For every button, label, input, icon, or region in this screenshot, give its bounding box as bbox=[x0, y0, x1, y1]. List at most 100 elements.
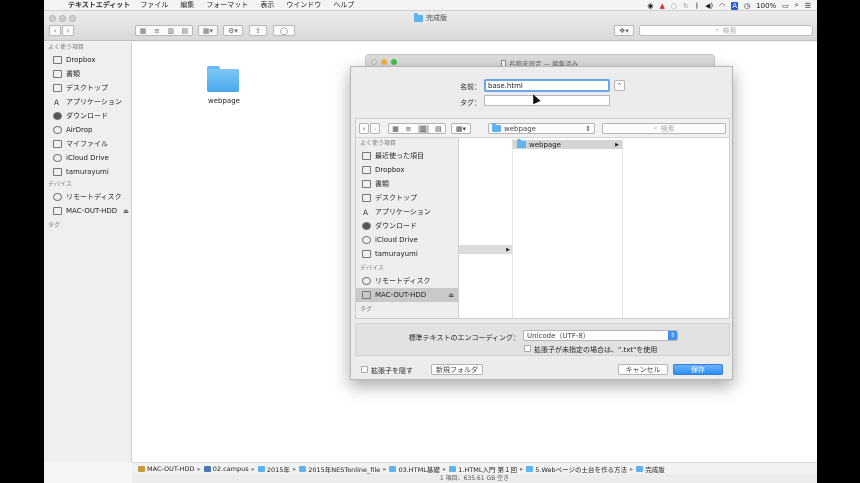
path-segment[interactable]: 2015年NESTonline_file bbox=[299, 464, 380, 474]
search-icon[interactable]: ⌕ bbox=[795, 1, 799, 10]
sidebar-item-desktop[interactable]: デスクトップ bbox=[356, 191, 458, 205]
icon-view-icon[interactable]: ▦ bbox=[392, 125, 399, 133]
dialog-search-field[interactable]: ⌕ 検索 bbox=[602, 123, 726, 134]
path-segment[interactable]: 5.Webページの土台を作る方法 bbox=[526, 464, 627, 474]
finder-search-field[interactable]: ⌕ 検索 bbox=[639, 25, 813, 36]
tags-input[interactable] bbox=[484, 95, 610, 106]
forward-button[interactable]: › bbox=[370, 123, 380, 134]
clock-icon[interactable]: ◷ bbox=[744, 2, 750, 10]
eject-icon[interactable]: ⏏ bbox=[448, 292, 454, 299]
column-view-icon[interactable]: ▥ bbox=[417, 124, 429, 133]
filename-input[interactable]: base.html bbox=[484, 79, 610, 92]
browser-column-1[interactable]: ▶ bbox=[459, 138, 513, 318]
coverflow-view-icon[interactable]: ▤ bbox=[435, 125, 442, 133]
encoding-value: Unicode（UTF-8） bbox=[527, 331, 590, 340]
wifi-icon[interactable]: ◠ bbox=[719, 2, 725, 10]
browser-column-3[interactable] bbox=[623, 138, 729, 318]
volume-icon[interactable]: ◀) bbox=[705, 2, 713, 10]
arrange-button[interactable]: ▦▾ bbox=[198, 25, 218, 36]
coverflow-view-icon[interactable]: ▤ bbox=[182, 27, 189, 35]
list-view-icon[interactable]: ≡ bbox=[154, 27, 160, 35]
sidebar-item-airdrop[interactable]: AirDrop bbox=[44, 123, 131, 137]
battery-icon[interactable]: ▭ bbox=[782, 2, 789, 10]
share-icon[interactable]: ⇪ bbox=[249, 25, 267, 36]
encoding-popup[interactable]: Unicode（UTF-8） ⇕ bbox=[523, 330, 678, 341]
location-popup[interactable]: webpage ⇕ bbox=[488, 123, 595, 134]
sidebar-item-dropbox[interactable]: Dropbox bbox=[44, 53, 131, 67]
sidebar-item-recents[interactable]: 最近使った項目 bbox=[356, 149, 458, 163]
menu-help[interactable]: ヘルプ bbox=[333, 0, 354, 10]
menu-window[interactable]: ウインドウ bbox=[286, 0, 321, 10]
sidebar-item-remote-disc[interactable]: リモートディスク bbox=[44, 190, 131, 204]
path-segment[interactable]: MAC-OUT-HDD bbox=[138, 465, 195, 473]
new-folder-button[interactable]: 新規フォルダ bbox=[431, 364, 483, 375]
sidebar-item-icloud[interactable]: iCloud Drive bbox=[356, 233, 458, 247]
txt-extension-checkbox[interactable] bbox=[524, 345, 531, 352]
doc-minimize-button[interactable] bbox=[381, 59, 387, 65]
sidebar-item-applications[interactable]: Ａ アプリケーション bbox=[356, 205, 458, 219]
view-mode-control[interactable]: ▦ ≡ ▥ ▤ bbox=[388, 123, 446, 134]
doc-zoom-button[interactable] bbox=[391, 59, 397, 65]
sidebar-item-hdd[interactable]: MAC-OUT-HDD ⏏ bbox=[44, 204, 131, 218]
menu-format[interactable]: フォーマット bbox=[206, 0, 248, 10]
input-a-icon[interactable]: A bbox=[731, 1, 739, 10]
save-button[interactable]: 保存 bbox=[673, 364, 723, 375]
arrange-button[interactable]: ▦▾ bbox=[451, 123, 471, 134]
sync-icon[interactable]: ↻ bbox=[683, 2, 689, 10]
menu-file[interactable]: ファイル bbox=[140, 0, 168, 10]
forward-button[interactable]: › bbox=[62, 25, 74, 36]
path-segment[interactable]: 1.HTML入門 第１回 bbox=[449, 464, 517, 474]
app-menu[interactable]: テキストエディット bbox=[68, 0, 130, 10]
path-segment[interactable]: 03.HTML基礎 bbox=[389, 464, 440, 474]
path-segment[interactable]: 02.campus bbox=[203, 465, 249, 473]
sidebar-item-myfiles[interactable]: マイファイル bbox=[44, 137, 131, 151]
tag-button-icon[interactable]: ◯ bbox=[273, 25, 295, 36]
sidebar-item-downloads[interactable]: ダウンロード bbox=[356, 219, 458, 233]
menu-view[interactable]: 表示 bbox=[260, 0, 274, 10]
cancel-button[interactable]: キャンセル bbox=[618, 364, 668, 375]
sidebar-item-remote-disc[interactable]: リモートディスク bbox=[356, 274, 458, 288]
action-gear-icon[interactable]: ⚙▾ bbox=[223, 25, 243, 36]
folder-icon[interactable] bbox=[207, 64, 241, 94]
sidebar-item-downloads[interactable]: ダウンロード bbox=[44, 109, 131, 123]
column-selected-row[interactable]: ▶ bbox=[459, 245, 512, 254]
path-segment[interactable]: 完成版 bbox=[636, 464, 665, 474]
sidebar-item-dropbox[interactable]: Dropbox bbox=[356, 163, 458, 177]
back-button[interactable]: ‹ bbox=[359, 123, 369, 134]
path-segment[interactable]: 2015年 bbox=[257, 464, 290, 474]
sidebar-item-hdd[interactable]: MAC-OUT-HDD ⏏ bbox=[356, 288, 458, 302]
sidebar-item-label: デスクトップ bbox=[375, 194, 417, 202]
sidebar-item-applications[interactable]: Ａ アプリケーション bbox=[44, 95, 131, 109]
desktop-icon bbox=[53, 84, 62, 92]
menu-bar: テキストエディット ファイル 編集 フォーマット 表示 ウインドウ ヘルプ ◉ … bbox=[44, 0, 817, 11]
view-mode-control[interactable]: ▦ ≡ ▥ ▤ bbox=[135, 25, 193, 36]
sidebar-item-documents[interactable]: 書類 bbox=[356, 177, 458, 191]
sidebar-item-desktop[interactable]: デスクトップ bbox=[44, 81, 131, 95]
list-view-icon[interactable]: ≡ bbox=[405, 125, 411, 133]
browser-column-2[interactable]: webpage ▶ bbox=[513, 138, 623, 318]
close-button[interactable] bbox=[49, 15, 56, 22]
list-icon[interactable]: ☰ bbox=[805, 2, 811, 10]
dropbox-toolbar-icon[interactable]: ❖▾ bbox=[614, 25, 634, 36]
adobe-icon[interactable]: ▲ bbox=[659, 2, 664, 10]
sidebar-item-home[interactable]: tamurayumi bbox=[356, 247, 458, 261]
column-view-icon[interactable]: ▥ bbox=[167, 27, 174, 35]
zoom-button[interactable] bbox=[69, 15, 76, 22]
doc-close-button[interactable] bbox=[371, 59, 377, 65]
expand-dialog-button[interactable]: ⌃ bbox=[614, 80, 625, 91]
record-icon[interactable]: ◉ bbox=[647, 2, 653, 10]
bluetooth-icon[interactable]: ᛒ bbox=[695, 2, 699, 10]
sidebar-item-icloud[interactable]: iCloud Drive bbox=[44, 151, 131, 165]
column-item-webpage[interactable]: webpage ▶ bbox=[513, 139, 622, 149]
circle-icon[interactable]: ○ bbox=[671, 2, 677, 10]
eject-icon[interactable]: ⏏ bbox=[123, 208, 129, 215]
sidebar-item-documents[interactable]: 書類 bbox=[44, 67, 131, 81]
back-button[interactable]: ‹ bbox=[49, 25, 61, 36]
path-label: 完成版 bbox=[645, 465, 665, 474]
hide-extension-checkbox[interactable] bbox=[361, 366, 368, 373]
menu-edit[interactable]: 編集 bbox=[180, 0, 194, 10]
sidebar-item-home[interactable]: tamurayumi bbox=[44, 165, 131, 179]
icon-view-icon[interactable]: ▦ bbox=[140, 27, 147, 35]
folder-label[interactable]: webpage bbox=[192, 97, 256, 105]
minimize-button[interactable] bbox=[59, 15, 66, 22]
